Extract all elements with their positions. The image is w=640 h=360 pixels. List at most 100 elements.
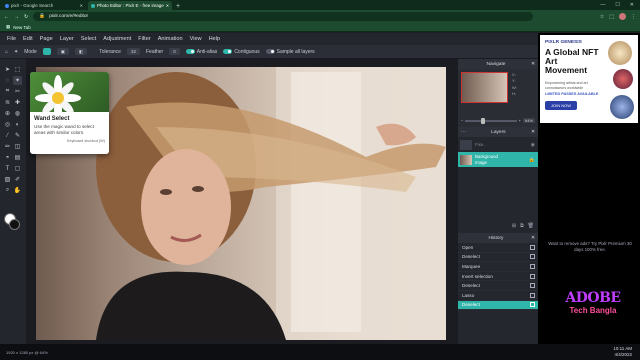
- menu-view[interactable]: View: [190, 36, 202, 42]
- left-toolbar: ➤ ⬚ ◌ ✦ ⌗ ✂ ≋ ✚ ⊕ ◍ ◎ ◐ ⁄ ✎ ✏ ◫ ◓ ▤ T ▢ …: [0, 59, 26, 344]
- background-color-swatch[interactable]: [9, 219, 20, 230]
- pencil-icon[interactable]: ✏: [3, 142, 12, 151]
- eraser-icon[interactable]: ◫: [13, 142, 22, 151]
- crop-icon[interactable]: ⌗: [3, 87, 12, 96]
- text-icon[interactable]: T: [3, 164, 12, 173]
- feather-input[interactable]: 0: [169, 48, 180, 55]
- reload-icon[interactable]: ↻: [24, 14, 28, 20]
- history-item[interactable]: Open: [458, 243, 538, 253]
- layer-name: Fixe..: [475, 142, 486, 147]
- history-item[interactable]: Marquee: [458, 262, 538, 272]
- mode-new-button[interactable]: [42, 48, 51, 55]
- antialias-toggle[interactable]: Anti-alias: [185, 49, 217, 55]
- layer-row-selected[interactable]: Background Image 🔒: [458, 152, 538, 167]
- marquee-icon[interactable]: ⬚: [13, 65, 22, 74]
- navigate-header: Navigate ✕: [458, 59, 538, 69]
- close-icon[interactable]: ✕: [166, 3, 169, 8]
- history-label: Marquee: [462, 263, 481, 269]
- toggle-switch: [223, 49, 233, 54]
- menu-animation[interactable]: Animation: [158, 36, 183, 42]
- contiguous-toggle[interactable]: Contiguous: [223, 49, 260, 55]
- maximize-icon[interactable]: ☐: [615, 2, 619, 8]
- close-window-icon[interactable]: ✕: [630, 2, 634, 8]
- lasso-icon[interactable]: ◌: [3, 76, 12, 85]
- shape-icon[interactable]: ▢: [13, 164, 22, 173]
- history-icon: [530, 273, 535, 279]
- history-header: History ✕: [458, 233, 538, 243]
- bookmark-newtab[interactable]: New Tab: [13, 25, 30, 30]
- close-icon[interactable]: ✕: [531, 130, 535, 135]
- cutout-icon[interactable]: ✂: [13, 87, 22, 96]
- tab-label: Photo Editor : Pixlr E - free image: [97, 3, 164, 8]
- close-icon[interactable]: ✕: [531, 236, 535, 241]
- url-field[interactable]: 🔒 pixlr.com/e/#editor: [33, 12, 534, 21]
- menu-dots-icon[interactable]: ⋮: [631, 14, 636, 20]
- history-item[interactable]: Deselect: [458, 281, 538, 291]
- tolerance-input[interactable]: 32: [126, 48, 140, 55]
- profile-avatar[interactable]: [619, 13, 626, 20]
- dodge-icon[interactable]: ◐: [13, 120, 22, 129]
- fill-icon[interactable]: ◓: [3, 153, 12, 162]
- navigate-thumbnail[interactable]: [461, 72, 508, 103]
- history-item-selected[interactable]: Deselect: [458, 300, 538, 311]
- forward-icon[interactable]: →: [14, 14, 19, 20]
- add-layer-icon[interactable]: ⊞: [512, 223, 516, 232]
- heal-icon[interactable]: ✚: [13, 98, 22, 107]
- ad-join-button[interactable]: JOIN NOW: [545, 101, 577, 110]
- zoom-out-icon[interactable]: −: [461, 118, 463, 123]
- clone-icon[interactable]: ⊕: [3, 109, 12, 118]
- minimize-icon[interactable]: —: [600, 2, 605, 8]
- menu-layer[interactable]: Layer: [60, 36, 74, 42]
- menu-file[interactable]: File: [7, 36, 16, 42]
- menu-help[interactable]: Help: [209, 36, 221, 42]
- zoom-in-icon[interactable]: +: [519, 118, 521, 123]
- extensions-icon[interactable]: ⬚: [609, 14, 614, 20]
- wand-select-icon[interactable]: ✦: [13, 76, 22, 85]
- lock-icon[interactable]: 🔒: [529, 157, 535, 163]
- mode-subtract-button[interactable]: ◧: [75, 48, 88, 55]
- duplicate-layer-icon[interactable]: ⧉: [520, 223, 524, 232]
- history-item[interactable]: Deselect: [458, 253, 538, 263]
- menu-edit[interactable]: Edit: [23, 36, 33, 42]
- new-tab-button[interactable]: +: [176, 3, 180, 10]
- history-item[interactable]: Invert selection: [458, 272, 538, 282]
- image-icon[interactable]: ▧: [3, 175, 12, 184]
- sponge-icon[interactable]: ◎: [3, 120, 12, 129]
- browser-tab-active[interactable]: Photo Editor : Pixlr E - free image ✕: [88, 1, 172, 10]
- color-picker-icon[interactable]: ⁄: [3, 131, 12, 140]
- liquify-icon[interactable]: ≋: [3, 98, 12, 107]
- ad-banner[interactable]: PIXLR GENESIS A Global NFT Art Movement …: [540, 35, 638, 123]
- menu-select[interactable]: Select: [81, 36, 97, 42]
- mode-add-button[interactable]: ▣: [56, 48, 70, 55]
- zoom-icon[interactable]: ⌕: [3, 186, 12, 195]
- zoom-value[interactable]: 64%: [522, 118, 535, 123]
- sample-all-toggle[interactable]: Sample all layers: [265, 48, 315, 55]
- close-icon[interactable]: ✕: [531, 62, 535, 67]
- visibility-icon[interactable]: ◉: [531, 142, 535, 148]
- browser-tab[interactable]: pixlr - Google Search ✕: [2, 1, 86, 10]
- gradient-icon[interactable]: ▤: [13, 153, 22, 162]
- menu-adjustment[interactable]: Adjustment: [103, 36, 131, 42]
- ad-remove-note: Want to remove ads? Try Pixlr Premium 30…: [548, 241, 632, 253]
- home-icon[interactable]: ⌂: [5, 49, 8, 55]
- layer-thumbnail: [460, 139, 472, 150]
- blur-icon[interactable]: ◍: [13, 109, 22, 118]
- hand-icon[interactable]: ✋: [13, 186, 22, 195]
- zoom-slider[interactable]: [465, 117, 517, 124]
- menu-page[interactable]: Page: [40, 36, 53, 42]
- tool-tooltip: Wand Select Use the magic wand to select…: [30, 72, 109, 154]
- layer-row[interactable]: Fixe.. ◉: [458, 137, 538, 152]
- history-icon: [530, 263, 535, 269]
- delete-layer-icon[interactable]: 🗑: [528, 223, 534, 232]
- arrange-icon[interactable]: ➤: [3, 65, 12, 74]
- brush-icon[interactable]: ✎: [13, 131, 22, 140]
- sample-label: Sample all layers: [276, 48, 315, 55]
- history-icon: [530, 292, 535, 298]
- star-icon[interactable]: ☆: [600, 14, 604, 20]
- draw-icon[interactable]: ✐: [13, 175, 22, 184]
- watermark-line1: ADOBE: [565, 290, 621, 306]
- history-item[interactable]: Lasso: [458, 291, 538, 301]
- close-icon[interactable]: ✕: [80, 3, 83, 8]
- back-icon[interactable]: ←: [4, 14, 9, 20]
- menu-filter[interactable]: Filter: [138, 36, 150, 42]
